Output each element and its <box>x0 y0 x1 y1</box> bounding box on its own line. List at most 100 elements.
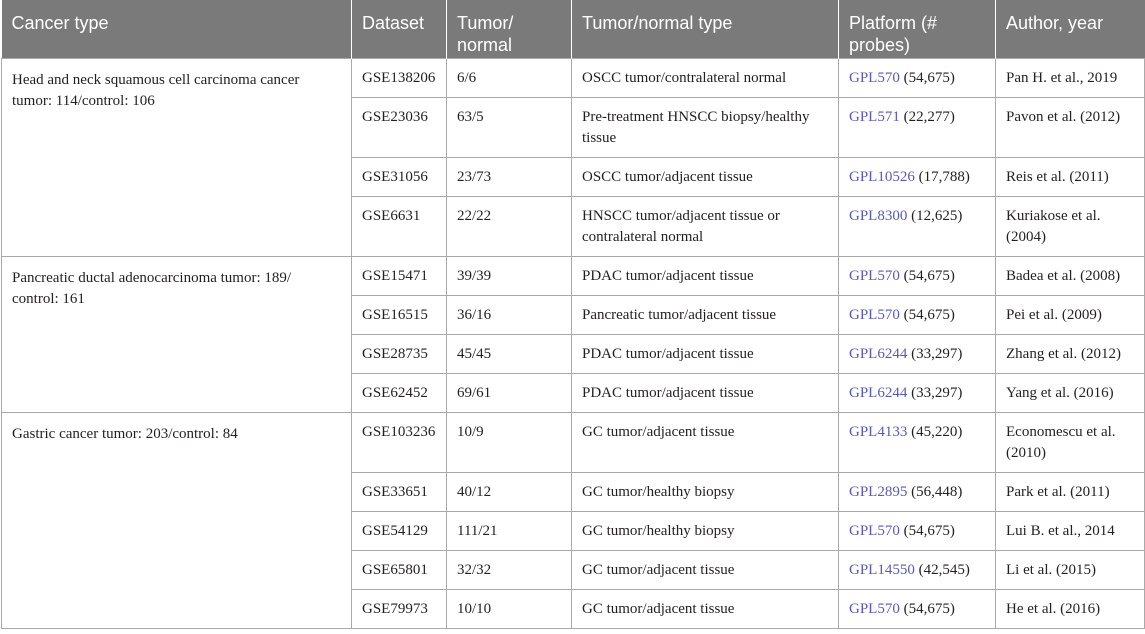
platform-link[interactable]: GPL8300 <box>849 208 907 224</box>
tumor-normal-cell: 10/10 <box>446 588 572 629</box>
header-author-year: Author, year <box>995 0 1145 58</box>
platform-link[interactable]: GPL570 <box>849 601 900 617</box>
author-year-cell: Pei et al. (2009) <box>995 294 1145 335</box>
author-year-cell: Park et al. (2011) <box>995 471 1145 512</box>
probe-count: (33,297) <box>907 384 963 401</box>
tumor-normal-cell: 63/5 <box>446 96 572 158</box>
tumor-normal-cell: 23/73 <box>446 156 572 197</box>
tumor-normal-cell: 40/12 <box>446 471 572 512</box>
platform-cell: GPL2895 (56,448) <box>838 471 996 512</box>
header-dataset: Dataset <box>351 0 447 58</box>
header-platform: Platform (# probes) <box>838 0 996 58</box>
platform-cell: GPL570 (54,675) <box>838 588 996 629</box>
dataset-cell: GSE33651 <box>351 471 447 512</box>
cancer-type-line: control: 161 <box>12 290 85 307</box>
tumor-normal-type-cell: GC tumor/adjacent tissue <box>571 588 839 629</box>
tumor-normal-type-cell: GC tumor/adjacent tissue <box>571 549 839 590</box>
probe-count: (12,625) <box>907 207 963 224</box>
author-year-cell: Kuriakose et al. (2004) <box>995 195 1145 257</box>
platform-cell: GPL6244 (33,297) <box>838 372 996 413</box>
table-header: Cancer type Dataset Tumor/normal Tumor/n… <box>1 0 1145 58</box>
dataset-cell: GSE28735 <box>351 333 447 374</box>
platform-link[interactable]: GPL570 <box>849 70 900 86</box>
dataset-cell: GSE23036 <box>351 96 447 158</box>
author-year-cell: Yang et al. (2016) <box>995 372 1145 413</box>
platform-cell: GPL6244 (33,297) <box>838 333 996 374</box>
tumor-normal-cell: 32/32 <box>446 549 572 590</box>
author-year-cell: Zhang et al. (2012) <box>995 333 1145 374</box>
tumor-normal-cell: 22/22 <box>446 195 572 257</box>
cancer-type-line: Head and neck squamous cell carcinoma ca… <box>12 71 300 88</box>
tumor-normal-type-cell: GC tumor/adjacent tissue <box>571 411 839 473</box>
table-row: Gastric cancer tumor: 203/control: 84 GSE… <box>1 411 1145 629</box>
probe-count: (33,297) <box>907 345 963 362</box>
probe-count: (54,675) <box>899 306 955 323</box>
tumor-normal-type-cell: HNSCC tumor/adjacent tissue or contralat… <box>571 195 839 257</box>
probe-count: (54,675) <box>899 522 955 539</box>
cancer-type-line: Pancreatic ductal adenocarcinoma tumor: … <box>12 269 292 286</box>
dataset-cell: GSE54129 <box>351 510 447 551</box>
tumor-normal-type-cell: Pancreatic tumor/adjacent tissue <box>571 294 839 335</box>
tumor-normal-type-cell: OSCC tumor/contralateral normal <box>571 57 839 98</box>
platform-link[interactable]: GPL6244 <box>849 385 907 401</box>
tumor-normal-cell: 10/9 <box>446 411 572 473</box>
tumor-normal-cell: 69/61 <box>446 372 572 413</box>
tumor-normal-cell: 45/45 <box>446 333 572 374</box>
platform-link[interactable]: GPL10526 <box>849 169 915 185</box>
probe-count: (17,788) <box>914 168 970 185</box>
dataset-cell: GSE65801 <box>351 549 447 590</box>
probe-count: (45,220) <box>907 423 963 440</box>
platform-cell: GPL10526 (17,788) <box>838 156 996 197</box>
platform-link[interactable]: GPL571 <box>849 109 900 125</box>
author-year-cell: Reis et al. (2011) <box>995 156 1145 197</box>
platform-link[interactable]: GPL570 <box>849 268 900 284</box>
platform-link[interactable]: GPL4133 <box>849 424 907 440</box>
dataset-cell: GSE103236 <box>351 411 447 473</box>
platform-cell: GPL571 (22,277) <box>838 96 996 158</box>
tumor-normal-type-cell: OSCC tumor/adjacent tissue <box>571 156 839 197</box>
platform-link[interactable]: GPL570 <box>849 523 900 539</box>
dataset-cell: GSE31056 <box>351 156 447 197</box>
tumor-normal-cell: 111/21 <box>446 510 572 551</box>
probe-count: (42,545) <box>914 561 970 578</box>
table-body: Head and neck squamous cell carcinoma ca… <box>1 57 1145 629</box>
platform-cell: GPL4133 (45,220) <box>838 411 996 473</box>
table-row: Pancreatic ductal adenocarcinoma tumor: … <box>1 255 1145 413</box>
tumor-normal-type-cell: PDAC tumor/adjacent tissue <box>571 372 839 413</box>
table-row: Head and neck squamous cell carcinoma ca… <box>1 57 1145 257</box>
dataset-cell: GSE79973 <box>351 588 447 629</box>
tumor-normal-type-cell: GC tumor/healthy biopsy <box>571 510 839 551</box>
tumor-normal-cell: 6/6 <box>446 57 572 98</box>
probe-count: (54,675) <box>899 69 955 86</box>
author-year-cell: Lui B. et al., 2014 <box>995 510 1145 551</box>
cancer-type-line: tumor: 114/control: 106 <box>12 92 155 109</box>
platform-cell: GPL570 (54,675) <box>838 510 996 551</box>
header-tumor-normal: Tumor/normal <box>446 0 572 58</box>
platform-link[interactable]: GPL6244 <box>849 346 907 362</box>
dataset-cell: GSE6631 <box>351 195 447 257</box>
cancer-type-cell: Gastric cancer tumor: 203/control: 84 <box>1 411 352 629</box>
author-year-cell: Pavon et al. (2012) <box>995 96 1145 158</box>
dataset-cell: GSE62452 <box>351 372 447 413</box>
tumor-normal-cell: 36/16 <box>446 294 572 335</box>
author-year-cell: Pan H. et al., 2019 <box>995 57 1145 98</box>
platform-cell: GPL570 (54,675) <box>838 294 996 335</box>
platform-cell: GPL570 (54,675) <box>838 57 996 98</box>
platform-link[interactable]: GPL14550 <box>849 562 915 578</box>
header-cancer-type: Cancer type <box>1 0 352 58</box>
cancer-type-cell: Head and neck squamous cell carcinoma ca… <box>1 57 352 257</box>
cancer-type-line: Gastric cancer tumor: 203/control: 84 <box>12 425 238 442</box>
platform-cell: GPL8300 (12,625) <box>838 195 996 257</box>
tumor-normal-type-cell: PDAC tumor/adjacent tissue <box>571 255 839 296</box>
platform-link[interactable]: GPL2895 <box>849 484 907 500</box>
author-year-cell: Badea et al. (2008) <box>995 255 1145 296</box>
tumor-normal-cell: 39/39 <box>446 255 572 296</box>
author-year-cell: He et al. (2016) <box>995 588 1145 629</box>
header-tumor-normal-type: Tumor/normal type <box>571 0 839 58</box>
tumor-normal-type-cell: PDAC tumor/adjacent tissue <box>571 333 839 374</box>
cancer-type-cell: Pancreatic ductal adenocarcinoma tumor: … <box>1 255 352 413</box>
probe-count: (22,277) <box>899 108 955 125</box>
platform-link[interactable]: GPL570 <box>849 307 900 323</box>
probe-count: (56,448) <box>907 483 963 500</box>
datasets-table: Cancer type Dataset Tumor/normal Tumor/n… <box>1 0 1145 629</box>
